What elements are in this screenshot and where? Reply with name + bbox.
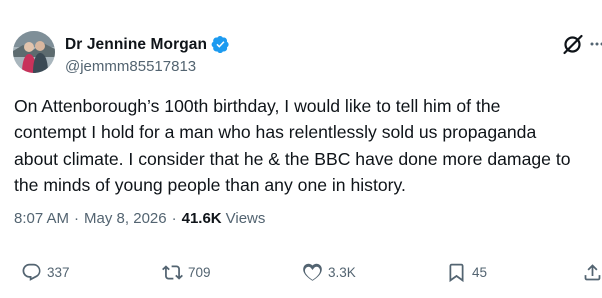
share-button[interactable]	[582, 259, 602, 285]
like-button[interactable]: 3.3K	[302, 259, 356, 285]
bookmark-count: 45	[472, 264, 488, 280]
tweet-meta: 8:07 AM · May 8, 2026 · 41.6K Views	[14, 210, 265, 227]
retweet-icon	[162, 264, 183, 280]
views-count[interactable]: 41.6K	[182, 210, 222, 227]
tweet: Dr Jennine Morgan @jemmm85517813 On Atte…	[0, 0, 602, 298]
bookmark-icon	[449, 263, 464, 282]
bookmark-button[interactable]: 45	[446, 259, 487, 285]
views-label: Views	[225, 210, 266, 227]
author-handle[interactable]: @jemmm85517813	[65, 58, 196, 75]
tweet-time[interactable]: 8:07 AM	[14, 210, 69, 227]
like-icon	[303, 263, 322, 281]
share-icon	[584, 263, 601, 280]
reply-button[interactable]: 337	[21, 259, 70, 285]
author-display-name[interactable]: Dr Jennine Morgan	[65, 36, 207, 54]
verified-badge-icon[interactable]	[211, 35, 230, 54]
avatar-photo	[13, 31, 55, 73]
tweet-text: On Attenborough’s 100th birthday, I woul…	[14, 96, 571, 195]
retweet-button[interactable]: 709	[162, 259, 211, 285]
more-icon[interactable]	[590, 41, 602, 47]
reply-count: 337	[47, 264, 70, 280]
action-bar: 337 709 3.3K 45	[0, 259, 602, 285]
retweet-count: 709	[188, 264, 211, 280]
like-count: 3.3K	[328, 264, 356, 280]
meta-separator: ·	[171, 210, 177, 227]
avatar[interactable]	[13, 31, 55, 73]
reply-icon	[22, 263, 41, 281]
grok-icon[interactable]	[562, 33, 584, 55]
meta-separator: ·	[74, 210, 80, 227]
tweet-date[interactable]: May 8, 2026	[84, 210, 167, 227]
author-name-row: Dr Jennine Morgan	[65, 35, 230, 54]
